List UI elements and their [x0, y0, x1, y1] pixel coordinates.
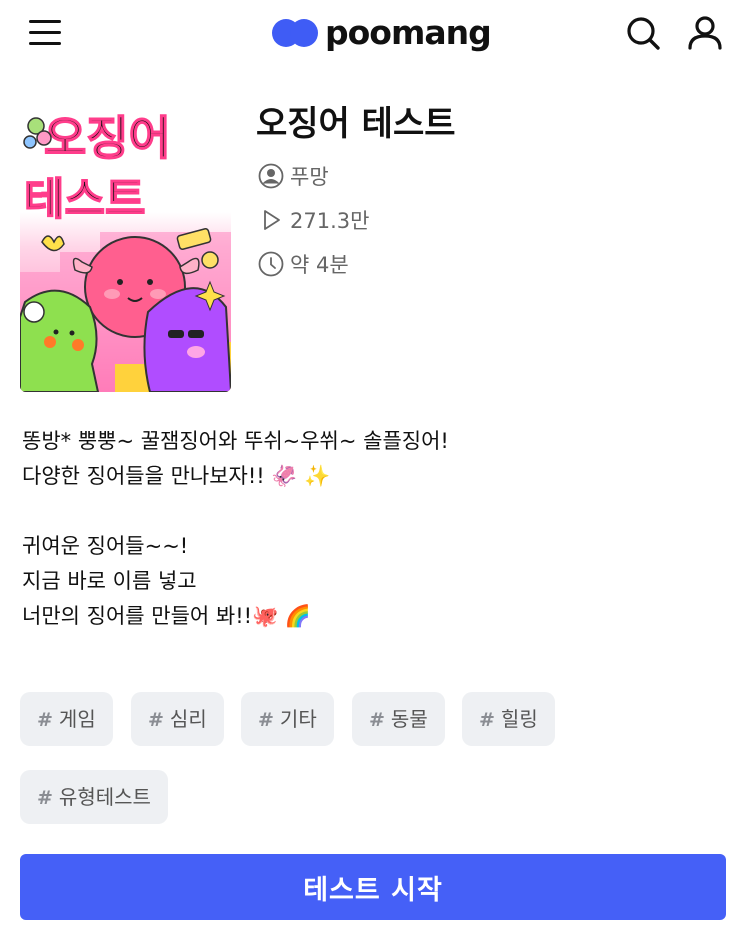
test-thumbnail[interactable]: 오징어 테스트 [20, 102, 231, 392]
play-count: 271.3만 [290, 209, 370, 233]
description-line: 똥방* 뿡뿡~ 꿀잼징어와 뚜쉬~우쒸~ 솔플징어! [22, 429, 449, 453]
tag-chip-type-test[interactable]: # 유형테스트 [20, 770, 168, 824]
thumbnail-title-line1: 오징어 [44, 111, 171, 165]
menu-icon-line [29, 20, 61, 23]
description-line: 너만의 징어를 만들어 봐!!🐙 🌈 [22, 604, 312, 628]
tag-label: 기타 [279, 707, 317, 731]
description-line: 다양한 징어들을 만나보자!! 🦑 ✨ [22, 464, 331, 488]
tag-label: 게임 [58, 707, 96, 731]
menu-icon-line [29, 42, 61, 45]
menu-icon-line [29, 31, 61, 34]
hash-icon: # [148, 709, 164, 731]
author-name: 푸망 [290, 165, 329, 189]
user-icon [688, 16, 722, 50]
hash-icon: # [369, 709, 385, 731]
hash-icon: # [479, 709, 495, 731]
search-icon [627, 17, 660, 50]
tag-label: 동물 [390, 707, 428, 731]
play-count-row: 271.3만 [258, 205, 369, 235]
tag-label: 심리 [169, 707, 207, 731]
tag-chip-psychology[interactable]: # 심리 [131, 692, 224, 746]
description-line: 지금 바로 이름 넣고 [22, 569, 197, 593]
tag-label: 힐링 [500, 707, 538, 731]
description-line [22, 494, 722, 529]
search-button[interactable] [624, 14, 662, 52]
thumbnail-illustration: 오징어 테스트 [20, 102, 231, 392]
profile-button[interactable] [686, 14, 724, 52]
test-description: 똥방* 뿡뿡~ 꿀잼징어와 뚜쉬~우쒸~ 솔플징어! 다양한 징어들을 만나보자… [22, 424, 722, 634]
tag-chip-etc[interactable]: # 기타 [241, 692, 334, 746]
description-line: 귀여운 징어들~~! [22, 534, 189, 558]
hash-icon: # [37, 787, 53, 809]
tag-chip-game[interactable]: # 게임 [20, 692, 113, 746]
start-test-button[interactable]: 테스트 시작 [20, 854, 726, 920]
logo-text: poomang [325, 13, 492, 52]
duration-row: 약 4분 [258, 249, 349, 279]
play-icon [264, 210, 280, 230]
hash-icon: # [258, 709, 274, 731]
clock-icon [258, 251, 284, 277]
tag-chip-healing[interactable]: # 힐링 [462, 692, 555, 746]
app-header: poomang [0, 0, 746, 66]
menu-button[interactable] [26, 14, 66, 50]
tag-chip-animal[interactable]: # 동물 [352, 692, 445, 746]
thumbnail-title-line2: 테스트 [24, 174, 145, 225]
user-circle-icon [258, 163, 284, 189]
poomang-logo[interactable]: poomang [272, 13, 492, 52]
test-title: 오징어 테스트 [256, 104, 456, 144]
duration: 약 4분 [290, 253, 349, 277]
logo-icon [272, 17, 320, 49]
author-row[interactable]: 푸망 [258, 161, 329, 191]
tag-label: 유형테스트 [58, 785, 151, 809]
hash-icon: # [37, 709, 53, 731]
